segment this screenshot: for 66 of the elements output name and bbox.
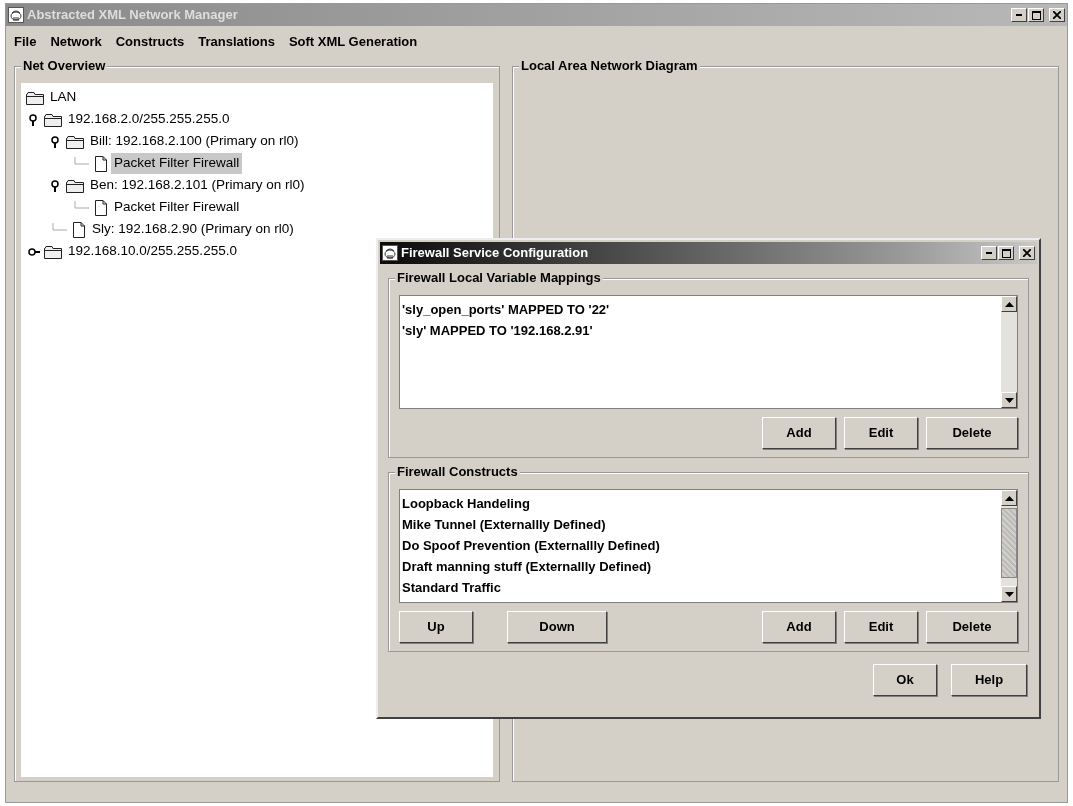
window-title: Abstracted XML Network Manager xyxy=(27,6,238,25)
close-button[interactable] xyxy=(1049,8,1065,22)
scrollbar[interactable] xyxy=(1001,296,1017,408)
folder-icon xyxy=(65,133,85,150)
tree-node[interactable]: LAN xyxy=(47,87,80,108)
tree-node[interactable]: 192.168.2.0/255.255.255.0 xyxy=(65,109,233,130)
scroll-down-button[interactable] xyxy=(1001,392,1017,408)
window-title: Firewall Service Configuration xyxy=(401,244,589,263)
app-icon xyxy=(8,7,24,23)
menu-item[interactable]: Translations xyxy=(198,32,275,52)
minimize-icon xyxy=(986,252,992,254)
menu-item[interactable]: Network xyxy=(50,32,102,52)
list-item[interactable]: 'sly_open_ports' MAPPED TO '22' xyxy=(402,299,999,320)
tree-node[interactable]: Bill: 192.168.2.100 (Primary on rl0) xyxy=(87,131,302,152)
document-icon xyxy=(71,220,87,239)
action-button[interactable]: Delete xyxy=(926,417,1018,449)
folder-icon xyxy=(43,243,63,260)
tree-node[interactable]: Packet Filter Firewall xyxy=(111,197,243,218)
action-button[interactable]: Up xyxy=(399,611,473,643)
app-icon xyxy=(382,245,398,261)
maximize-icon xyxy=(1031,10,1041,20)
folder-icon xyxy=(65,177,85,194)
close-icon xyxy=(1053,11,1061,19)
group-title: Firewall Local Variable Mappings xyxy=(395,270,603,286)
folder-icon xyxy=(43,111,63,128)
up-arrow-icon xyxy=(1004,301,1014,307)
scroll-down-button[interactable] xyxy=(1001,586,1017,602)
minimize-icon xyxy=(1016,14,1022,16)
list-item[interactable]: Draft manning stuff (Externallly Defined) xyxy=(402,556,999,577)
tree-node[interactable]: Ben: 192.168.2.101 (Primary on rl0) xyxy=(87,175,308,196)
document-icon xyxy=(93,198,109,217)
maximize-icon xyxy=(1001,248,1011,258)
menu-item[interactable]: Constructs xyxy=(115,32,185,52)
action-button[interactable]: Edit xyxy=(844,611,918,643)
up-arrow-icon xyxy=(1004,495,1014,501)
action-button[interactable]: Delete xyxy=(926,611,1018,643)
tree-node[interactable]: Packet Filter Firewall xyxy=(111,153,243,174)
list-item[interactable]: Loopback Handeling xyxy=(402,493,999,514)
action-button[interactable]: Add xyxy=(762,611,836,643)
minimize-button[interactable] xyxy=(1011,8,1027,22)
close-icon xyxy=(1023,249,1031,257)
down-arrow-icon xyxy=(1004,397,1014,403)
close-button[interactable] xyxy=(1019,246,1035,260)
list-item[interactable]: Mike Tunnel (Externallly Defined) xyxy=(402,514,999,535)
action-button[interactable]: Down xyxy=(507,611,607,643)
maximize-button[interactable] xyxy=(1028,8,1044,22)
menu-item[interactable]: File xyxy=(14,32,37,52)
action-button[interactable]: Edit xyxy=(844,417,918,449)
scrollbar[interactable] xyxy=(1001,490,1017,602)
maximize-button[interactable] xyxy=(998,246,1014,260)
scroll-thumb[interactable] xyxy=(1001,508,1017,578)
down-arrow-icon xyxy=(1004,591,1014,597)
list-item[interactable]: Do Spoof Prevention (Externallly Defined) xyxy=(402,535,999,556)
list-item[interactable]: 'sly' MAPPED TO '192.168.2.91' xyxy=(402,320,999,341)
scroll-up-button[interactable] xyxy=(1001,296,1017,312)
dialog-button[interactable]: Help xyxy=(951,664,1027,696)
folder-icon xyxy=(25,89,45,106)
scroll-up-button[interactable] xyxy=(1001,490,1017,506)
tree-node[interactable]: Sly: 192.168.2.90 (Primary on rl0) xyxy=(89,219,297,240)
document-icon xyxy=(93,154,109,173)
dialog-button[interactable]: Ok xyxy=(873,664,937,696)
minimize-button[interactable] xyxy=(981,246,997,260)
list-item[interactable]: Standard Traffic xyxy=(402,577,999,598)
action-button[interactable]: Add xyxy=(762,417,836,449)
tree-node[interactable]: 192.168.10.0/255.255.255.0 xyxy=(65,241,240,262)
menu-item[interactable]: Soft XML Generation xyxy=(288,32,418,52)
